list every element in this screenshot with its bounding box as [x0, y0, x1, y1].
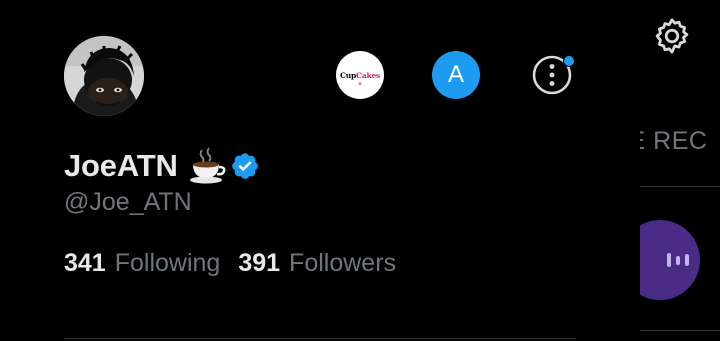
- followers-label: Followers: [289, 249, 397, 277]
- follow-stats: 341 Following 391 Followers: [64, 249, 396, 278]
- avatar-photo: [64, 36, 144, 116]
- profile-avatar[interactable]: [64, 36, 144, 116]
- section-divider: [640, 186, 720, 187]
- settings-button[interactable]: [650, 14, 694, 58]
- switch-account-cupcakes[interactable]: CupCakes ✿: [336, 51, 384, 99]
- app-screen: HE REC CupCakes ✿ A JoeATN @Joe_ATN 341 …: [0, 0, 720, 341]
- more-options-button[interactable]: [528, 51, 576, 99]
- following-link[interactable]: 341 Following: [64, 249, 220, 278]
- following-count: 341: [64, 249, 106, 277]
- cupcakes-logo-mark: ✿: [358, 81, 362, 86]
- coffee-cup-icon: [189, 147, 226, 184]
- account-drawer: CupCakes ✿ A JoeATN @Joe_ATN 341 Followi…: [0, 0, 640, 341]
- display-name-row: JoeATN: [64, 146, 260, 186]
- verified-badge-icon: [231, 153, 258, 179]
- followers-link[interactable]: 391 Followers: [238, 249, 396, 278]
- gear-icon: [655, 18, 689, 54]
- switch-account-a[interactable]: A: [432, 51, 480, 99]
- account-initial: A: [447, 61, 464, 88]
- drawer-divider: [64, 338, 576, 339]
- audio-waveform-icon: [667, 253, 689, 267]
- notification-dot: [563, 55, 575, 67]
- followers-count: 391: [238, 249, 281, 277]
- section-divider: [640, 330, 720, 331]
- profile-handle: @Joe_ATN: [64, 188, 192, 216]
- cupcakes-logo: CupCakes: [339, 70, 381, 80]
- display-name: JoeATN: [64, 148, 178, 183]
- following-label: Following: [114, 249, 221, 277]
